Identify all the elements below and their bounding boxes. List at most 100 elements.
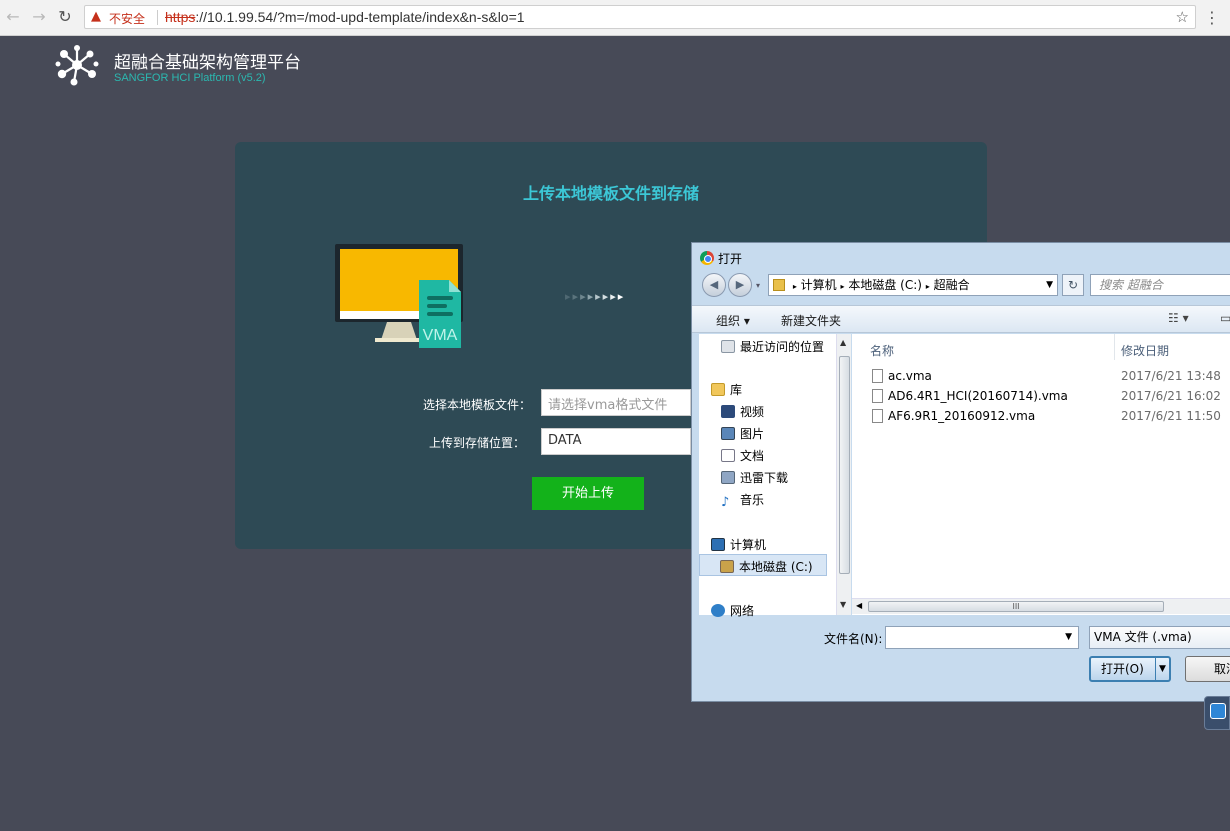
insecure-label: 不安全 <box>109 12 146 26</box>
breadcrumb-local-disk[interactable]: 本地磁盘 (C:) <box>848 278 922 292</box>
file-row[interactable]: AF6.9R1_20160912.vma <box>872 409 1035 423</box>
nav-label: 本地磁盘 (C:) <box>739 560 813 574</box>
music-icon: ♪ <box>721 495 730 510</box>
file-date: 2017/6/21 16:02 <box>1121 389 1221 403</box>
vma-badge-text: VMA <box>423 327 458 344</box>
file-icon <box>872 409 883 423</box>
start-upload-button[interactable]: 开始上传 <box>532 477 644 510</box>
url-text: https://10.1.99.54/?m=/mod-upd-template/… <box>165 9 525 25</box>
refresh-icon[interactable]: ↻ <box>1062 274 1084 296</box>
file-date: 2017/6/21 11:50 <box>1121 409 1221 423</box>
file-label: 选择本地模板文件： <box>422 398 531 412</box>
filename-input[interactable]: ▼ <box>885 626 1079 649</box>
folder-icon <box>773 279 785 291</box>
pictures-icon <box>721 427 735 440</box>
new-folder-button[interactable]: 新建文件夹 <box>781 312 841 329</box>
file-name: ac.vma <box>888 369 932 383</box>
storage-label: 上传到存储位置： <box>428 436 525 450</box>
forward-icon[interactable]: → <box>30 8 48 26</box>
file-date: 2017/6/21 13:48 <box>1121 369 1221 383</box>
monitor-vma-illustration: VMA <box>335 244 463 348</box>
chevron-down-icon[interactable]: ▼ <box>1046 275 1053 295</box>
file-icon <box>872 389 883 403</box>
chevron-down-icon[interactable]: ▼ <box>1065 632 1072 642</box>
sangfor-logo-icon <box>55 45 99 86</box>
nav-label: 文档 <box>740 449 765 463</box>
nav-pictures[interactable]: 图片 <box>721 425 764 442</box>
scroll-down-icon[interactable]: ▼ <box>840 600 846 609</box>
nav-label: 网络 <box>730 604 755 618</box>
dialog-toolbar: 组织 ▾ 新建文件夹 ☷ ▾ ▭ <box>692 305 1230 333</box>
column-name-header[interactable]: 名称 <box>870 342 894 359</box>
nav-label: 图片 <box>740 427 765 441</box>
file-input[interactable]: 请选择vma格式文件 <box>541 389 691 416</box>
panel-heading: 上传本地模板文件到存储 <box>522 184 699 203</box>
chevron-down-icon[interactable]: ▼ <box>1155 658 1169 680</box>
file-row[interactable]: ac.vma <box>872 369 932 383</box>
nav-recent[interactable]: 最近访问的位置 <box>721 338 824 355</box>
app-subtitle: SANGFOR HCI Platform (v5.2) <box>114 72 266 84</box>
file-row[interactable]: AD6.4R1_HCI(20160714).vma <box>872 389 1068 403</box>
nav-videos[interactable]: 视频 <box>721 403 764 420</box>
browser-toolbar: ← → ↻ ▲ 不安全 https://10.1.99.54/?m=/mod-u… <box>0 0 1230 36</box>
nav-local-disk[interactable]: 本地磁盘 (C:) <box>699 554 827 576</box>
horizontal-scrollbar[interactable]: ◀ III <box>852 598 1230 614</box>
preview-pane-icon[interactable]: ▭ <box>1220 311 1230 325</box>
arrow-indicator-icon: ▸▸▸▸▸▸▸▸ <box>565 290 626 303</box>
nav-library[interactable]: 库 <box>711 381 742 398</box>
nav-label: 计算机 <box>730 538 767 552</box>
nav-label: 库 <box>730 383 743 397</box>
nav-label: 视频 <box>740 405 765 419</box>
bookmark-star-icon[interactable]: ☆ <box>1176 8 1189 26</box>
view-options-icon[interactable]: ☷ ▾ <box>1168 311 1189 325</box>
nav-network[interactable]: 网络 <box>711 602 754 619</box>
warning-icon: ▲ <box>91 9 101 24</box>
network-icon <box>711 604 725 617</box>
file-list: 名称 修改日期 ac.vma 2017/6/21 13:48 AD6.4R1_H… <box>852 334 1230 615</box>
browser-menu-icon[interactable]: ⋮ <box>1204 8 1220 27</box>
storage-select[interactable]: DATA <box>541 428 691 455</box>
file-name: AF6.9R1_20160912.vma <box>888 409 1036 423</box>
documents-icon <box>721 449 735 462</box>
recent-places-icon <box>721 340 735 353</box>
remote-assist-widget-icon[interactable] <box>1204 696 1230 730</box>
navigation-pane: 最近访问的位置 库 视频 图片 文档 迅雷下载 ♪ 音乐 计算机 本地磁盘 (C:… <box>699 334 836 618</box>
open-button[interactable]: 打开(O) ▼ <box>1089 656 1171 682</box>
search-input[interactable]: 搜索 超融合 <box>1090 274 1230 296</box>
downloads-icon <box>721 471 735 484</box>
column-modified-header[interactable]: 修改日期 <box>1121 342 1169 359</box>
videos-icon <box>721 405 735 418</box>
filetype-select[interactable]: VMA 文件 (.vma) <box>1089 626 1230 649</box>
dialog-title-text: 打开 <box>718 252 743 266</box>
nav-thunder-downloads[interactable]: 迅雷下载 <box>721 469 788 486</box>
chrome-icon <box>700 251 714 265</box>
nav-scrollbar[interactable]: ▲ ▼ <box>836 334 851 615</box>
address-breadcrumb[interactable]: ▸ 计算机 ▸ 本地磁盘 (C:) ▸ 超融合 ▼ <box>768 274 1058 296</box>
nav-computer[interactable]: 计算机 <box>711 536 766 553</box>
address-bar[interactable]: ▲ 不安全 https://10.1.99.54/?m=/mod-upd-tem… <box>84 5 1196 29</box>
back-icon[interactable]: ← <box>4 8 22 26</box>
dialog-forward-icon[interactable]: ▶ <box>728 273 752 297</box>
file-name: AD6.4R1_HCI(20160714).vma <box>888 389 1068 403</box>
breadcrumb-computer[interactable]: 计算机 <box>801 278 837 292</box>
filename-label: 文件名(N): <box>824 632 883 646</box>
library-icon <box>711 383 725 396</box>
divider <box>157 10 158 25</box>
url-rest: ://10.1.99.54/?m=/mod-upd-template/index… <box>195 9 525 25</box>
drive-icon <box>720 560 734 573</box>
cancel-button[interactable]: 取消 <box>1185 656 1230 682</box>
dialog-title: 打开 <box>700 250 742 267</box>
column-divider <box>1114 334 1115 360</box>
nav-music[interactable]: ♪ 音乐 <box>721 491 764 509</box>
dialog-back-icon[interactable]: ◀ <box>702 273 726 297</box>
scroll-up-icon[interactable]: ▲ <box>840 338 846 347</box>
computer-icon <box>711 538 725 551</box>
history-dropdown-icon[interactable]: ▾ <box>756 281 760 290</box>
scroll-left-icon[interactable]: ◀ <box>856 601 862 610</box>
breadcrumb-folder[interactable]: 超融合 <box>934 278 970 292</box>
reload-icon[interactable]: ↻ <box>56 8 74 26</box>
nav-documents[interactable]: 文档 <box>721 447 764 464</box>
organize-button[interactable]: 组织 ▾ <box>716 312 750 329</box>
scroll-thumb[interactable]: III <box>868 601 1164 612</box>
scroll-thumb[interactable] <box>839 356 850 574</box>
